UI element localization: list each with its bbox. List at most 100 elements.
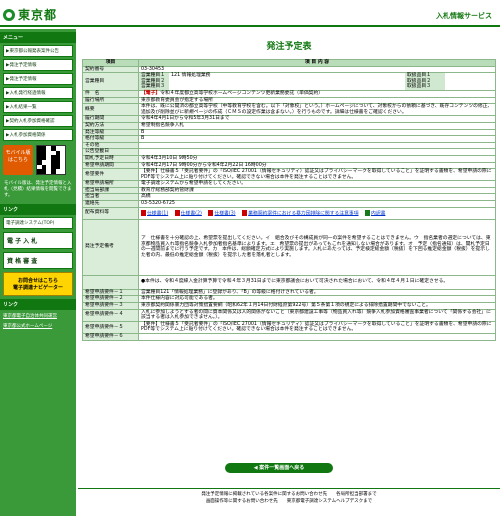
electronic-tag: 【電子】 (141, 90, 161, 96)
attachment-link[interactable]: 業務契約案件における暴力団排除に関する注意事項 (242, 209, 359, 217)
table-row: 担当者 高橋 (82, 193, 496, 202)
category-value (169, 84, 405, 90)
table-row: 希望申請要件－２ 本件仕様内容に対応可能である者。 (82, 295, 496, 303)
attachment-link[interactable]: 仕様書(2) (174, 209, 202, 217)
footer-line-2: 画面操作等に関するお問い合わせ先 東京都電子調達システムヘルプデスクまで (205, 499, 373, 504)
row-value: 【要件】仕様書５「受託者要件」の「ISO/IEC 27001（情報セキュリティ）… (138, 320, 496, 334)
table-header-item: 項目 (82, 59, 139, 67)
excel-icon (365, 209, 371, 216)
qr-code-icon (36, 145, 66, 175)
row-value: 営業種目121「情報処理業務」に登録があり、「B」の等級に格付けされている者。 (138, 288, 496, 297)
row-label: 担当局部課 (82, 186, 139, 195)
row-label: 希望申請要件－６ (82, 332, 139, 341)
sidebar-link-official[interactable]: 東京都公式ホームページ (3, 322, 73, 330)
table-row: 概要 本件は、既に公開済の都立高等学校（中等教育学校を含む。以下「対象校」という。… (82, 103, 496, 117)
table-row: 契約方法 希望制指名競争入札 (82, 121, 496, 130)
back-to-list-button[interactable]: ◀ 案件一覧画面へ戻る (225, 463, 333, 473)
row-value: ア 仕様書を十分確認の上、希望票を提出してください。イ 組合及びその構成員が同一… (138, 218, 496, 276)
table-row: 配布資料等 仕様書(1) 仕様書(2) 仕様書(3) 業務契約案件における暴力団… (82, 206, 496, 220)
table-row: 希望申請要件－３ 東京都契約関係暴力団等対策措置要綱（昭和62年１月14日付財経庶… (82, 301, 496, 310)
row-label: 希望申請要件－４ (82, 308, 139, 322)
row-label (82, 274, 139, 290)
row-label: 契約方法 (82, 121, 139, 130)
table-row: 発注予定備考ア 仕様書を十分確認の上、希望票を提出してください。イ 組合及びその… (82, 218, 496, 276)
table-row: その他 (82, 141, 496, 150)
attachment-link[interactable]: 仕様書(1) (141, 209, 168, 217)
row-label: 連絡先 (82, 200, 139, 208)
denshi-nyusatsu-button[interactable]: 電 子 入 札 (3, 232, 73, 249)
top-header: 東京都 入札情報サービス (0, 0, 500, 27)
row-label: 希望申請要件－３ (82, 301, 139, 310)
sidebar-item-koho[interactable]: ▶東京都公報発表案件公告 (3, 45, 73, 57)
contact-navigator-button[interactable]: お問合せはこちら 電子調達ナビゲーター (3, 272, 73, 296)
shikaku-shinsa-button[interactable]: 資 格 審 査 (3, 252, 73, 269)
row-value: B (138, 135, 496, 143)
row-value: 03-30453 (138, 65, 496, 74)
sidebar-bottom-heading: リンク (0, 299, 76, 310)
table-row: 希望申請場所 電子調達システムから希望申請をしてください。 (82, 180, 496, 188)
row-value: 03-5320-6725 (138, 200, 496, 208)
sidebar-item-shikaku[interactable]: ▶入札参加資格関係 (3, 129, 73, 141)
row-value: 【要件】仕様書５「受託者要件」の「ISO/IEC 27001（情報セキュリティ）… (138, 168, 496, 182)
sidebar-link-chotatsu-top[interactable]: 電子調達システム(TOP) (3, 217, 73, 229)
mobile-label: モバイル版 (5, 150, 31, 156)
logo-text: 東京都 (18, 8, 58, 22)
attachment-link[interactable]: 内訳書 (365, 209, 385, 217)
row-value: 東京都教育委員会が指定する場所 (138, 96, 496, 105)
row-value: 希望制指名競争入札 (138, 121, 496, 130)
table-row: 契約番号 03-30453 (82, 65, 496, 74)
sidebar-item-shikaku-kakunin[interactable]: ▶契約入札参加資格確認 (3, 115, 73, 127)
mobile-sub: はこちら (7, 157, 28, 163)
sidebar-item-kekka[interactable]: ▶入札結果一覧 (3, 101, 73, 113)
row-value: 本件は、既に公開済の都立高等学校（中等教育学校を含む。以下「対象校」という。）ホ… (138, 103, 496, 117)
attachment-link[interactable]: 仕様書(3) (208, 209, 236, 217)
row-value: 電子調達システムから希望申請をしてください。 (138, 180, 496, 188)
table-row: ●本件は、令和４度繰入金計算予算で令和４年３月31日までに東京都議会において可決… (82, 274, 496, 290)
table-row: 希望申請要件－４ 入札に参加しようとする者の間に資本関係又は人的関係がないこと（東… (82, 308, 496, 322)
sidebar-item-hacchu-yotei-2[interactable]: ▶発注予定情報 (3, 73, 73, 85)
table-row: 連絡先 03-5320-6725 (82, 200, 496, 208)
table-row: 履行期間 令和4年4月1日から令和5年3月31日まで (82, 115, 496, 123)
item-value (445, 84, 495, 90)
order-plan-table: 項目 項 目 内 容 契約番号 03-30453 営業種目 営業種目１ 121 … (82, 59, 496, 341)
table-row: 格付等級 B (82, 135, 496, 143)
tokyo-emblem-icon (3, 8, 15, 21)
category-label: 営業種目１ (139, 73, 169, 79)
row-label: 希望申請要件－２ (82, 295, 139, 303)
row-value: 高橋 (138, 193, 496, 202)
sidebar-link-kyodo[interactable]: 東京都電子自治体共同運営 (3, 312, 73, 320)
table-row: 希望申請要件－５ 【要件】仕様書５「受託者要件」の「ISO/IEC 27001（情… (82, 320, 496, 334)
row-label: 希望申請要件－５ (82, 320, 139, 334)
sidebar-item-hacchu-yotei[interactable]: ▶発注予定情報 (3, 59, 73, 71)
category-label: 営業種目３ (139, 84, 169, 90)
row-label: 開札予定日時 (82, 154, 139, 163)
sidebar-item-keika[interactable]: ▶入札発行経過情報 (3, 87, 73, 99)
pdf-icon (242, 209, 248, 216)
row-label: 履行場所 (82, 96, 139, 105)
row-value: 【電子】令和４年度都立高等学校ホームページコンテンツ更新業務委託（単価契約） (138, 89, 496, 98)
site-title: 入札情報サービス (436, 12, 492, 20)
contact-sub: 電子調達ナビゲーター (12, 285, 63, 291)
table-row: 希望要件 【要件】仕様書５「受託者要件」の「ISO/IEC 27001（情報セキュ… (82, 168, 496, 182)
row-label: 希望申請期間 (82, 161, 139, 170)
table-row: 履行場所 東京都教育委員会が指定する場所 (82, 96, 496, 105)
row-value: 営業種目１ 121 情報処理業務 取扱品目１ 営業種目２ 取扱品目２ 営業種目３ (138, 72, 496, 91)
row-value: 仕様書(1) 仕様書(2) 仕様書(3) 業務契約案件における暴力団排除に関する… (138, 206, 496, 220)
row-value (138, 141, 496, 150)
row-value: 東京都契約関係暴力団等対策措置要綱（昭和62年１月14日付財経庶第922号）第５… (138, 301, 496, 310)
footer: 発注予定情報に掲載されている各案件に関するお問い合わせ先 各局所担当部署まで 画… (78, 488, 500, 505)
pdf-icon (174, 209, 180, 216)
subject-text: 令和４年度都立高等学校ホームページコンテンツ更新業務委託（単価契約） (160, 90, 324, 96)
table-header-content: 項 目 内 容 (138, 59, 496, 67)
row-value: 令和4年4月1日から令和5年3月31日まで (138, 115, 496, 123)
row-label: 希望申請要件－１ (82, 288, 139, 297)
table-row: 担当局部課 教育庁総務部契約管財課 (82, 186, 496, 195)
category-subtable: 営業種目１ 121 情報処理業務 取扱品目１ 営業種目２ 取扱品目２ 営業種目３ (139, 73, 495, 90)
row-label: 公告登載日 (82, 148, 139, 156)
row-value: B (138, 128, 496, 137)
row-label: 件 名 (82, 89, 139, 98)
row-label: 希望要件 (82, 168, 139, 182)
tokyo-logo[interactable]: 東京都 (3, 6, 57, 23)
mobile-version-button[interactable]: モバイル版 はこちら (3, 145, 33, 175)
row-label: 希望申請場所 (82, 180, 139, 188)
